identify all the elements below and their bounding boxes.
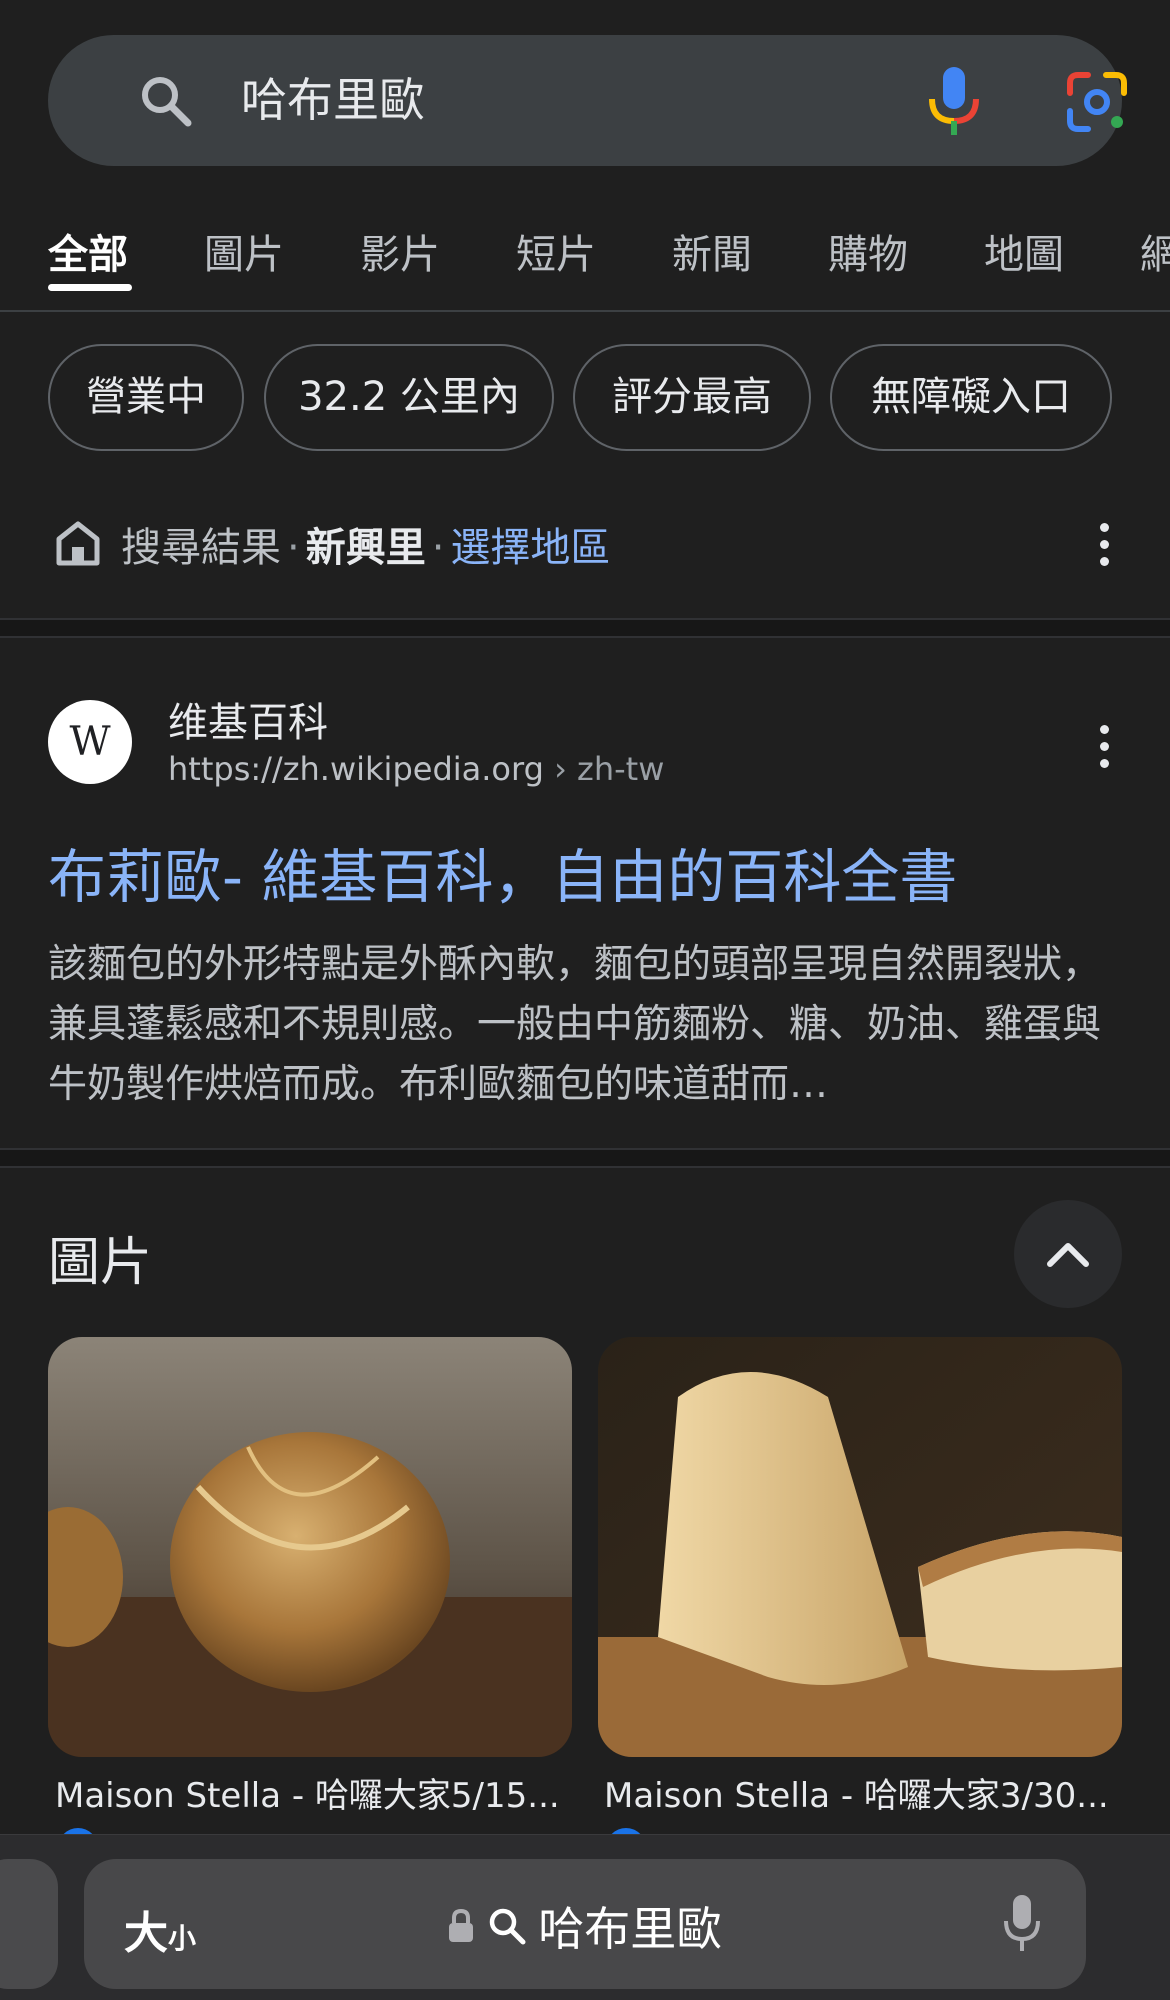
image-result-2[interactable] xyxy=(598,1337,1122,1757)
location-more-icon[interactable] xyxy=(1098,523,1110,567)
google-lens-icon[interactable] xyxy=(1066,71,1128,133)
text-size-big-label: 大 xyxy=(124,1908,168,1959)
home-icon xyxy=(56,521,100,566)
tab-shopping[interactable]: 購物 xyxy=(828,222,908,280)
chip-top-rated[interactable]: 評分最高 xyxy=(573,344,811,451)
search-tabs: 全部 圖片 影片 短片 新聞 購物 地圖 網 xyxy=(0,200,1170,312)
bread-loaf-image xyxy=(48,1337,572,1757)
wikipedia-logo: W xyxy=(48,700,132,784)
chip-accessible-entrance[interactable]: 無障礙入口 xyxy=(830,344,1112,451)
active-tab-indicator xyxy=(48,284,132,291)
address-query-text: 哈布里歐 xyxy=(538,1902,723,1956)
result-url-path: › zh-tw xyxy=(554,750,665,788)
tab-more-cut[interactable]: 網 xyxy=(1140,222,1170,280)
collapse-section-button[interactable] xyxy=(1014,1200,1122,1308)
microphone-icon[interactable] xyxy=(924,65,984,137)
tab-videos[interactable]: 影片 xyxy=(360,222,440,280)
chevron-up-icon xyxy=(1047,1243,1089,1267)
result-snippet: 該麵包的外形特點是外酥內軟，麵包的頭部呈現自然開裂狀，兼具蓬鬆感和不規則感。一般… xyxy=(48,942,1102,1107)
lock-icon xyxy=(449,1909,473,1942)
tab-news[interactable]: 新聞 xyxy=(672,222,752,280)
section-divider xyxy=(0,618,1170,638)
result-url[interactable]: https://zh.wikipedia.org › zh-tw xyxy=(168,750,664,788)
result-more-icon[interactable] xyxy=(1098,725,1110,769)
previous-tab-edge[interactable] xyxy=(0,1859,58,1989)
result-site-name[interactable]: 维基百科 xyxy=(168,690,328,748)
tab-all[interactable]: 全部 xyxy=(48,222,128,280)
result-url-domain: https://zh.wikipedia.org xyxy=(168,750,544,788)
tab-images[interactable]: 圖片 xyxy=(204,222,284,280)
search-icon xyxy=(489,1908,526,1945)
microphone-icon[interactable] xyxy=(1002,1893,1042,1953)
tab-maps[interactable]: 地圖 xyxy=(984,222,1064,280)
image-caption-1[interactable]: Maison Stella - 哈囉大家5/15... xyxy=(55,1768,560,1817)
address-field[interactable]: 大小 哈布里歐 xyxy=(84,1859,1086,1989)
chip-distance[interactable]: 32.2 公里內 xyxy=(264,344,554,451)
location-prefix: 搜尋結果 xyxy=(121,525,281,571)
text-size-button[interactable]: 大小 xyxy=(124,1897,196,1961)
image-result-1[interactable] xyxy=(48,1337,572,1757)
images-section-heading: 圖片 xyxy=(48,1233,153,1293)
search-query-text[interactable]: 哈布里歐 xyxy=(241,35,425,166)
chip-open-now[interactable]: 營業中 xyxy=(48,344,244,451)
search-icon xyxy=(142,77,192,127)
browser-bottom-bar: 大小 哈布里歐 xyxy=(0,1834,1170,2000)
tab-shorts[interactable]: 短片 xyxy=(516,222,596,280)
image-caption-2[interactable]: Maison Stella - 哈囉大家3/30... xyxy=(604,1768,1109,1817)
location-place: 新興里 xyxy=(305,525,426,571)
text-size-small-label: 小 xyxy=(168,1922,197,1955)
choose-area-link[interactable]: 選擇地區 xyxy=(450,525,610,571)
location-row: 搜尋結果 · 新興里 · 選擇地區 xyxy=(0,505,1170,585)
sliced-bread-image xyxy=(598,1337,1122,1757)
search-bar[interactable]: 哈布里歐 xyxy=(48,35,1127,166)
section-divider xyxy=(0,1148,1170,1168)
result-title-link[interactable]: 布莉歐- 維基百科，自由的百科全書 xyxy=(48,830,957,914)
address-display[interactable]: 哈布里歐 xyxy=(448,1893,722,1956)
